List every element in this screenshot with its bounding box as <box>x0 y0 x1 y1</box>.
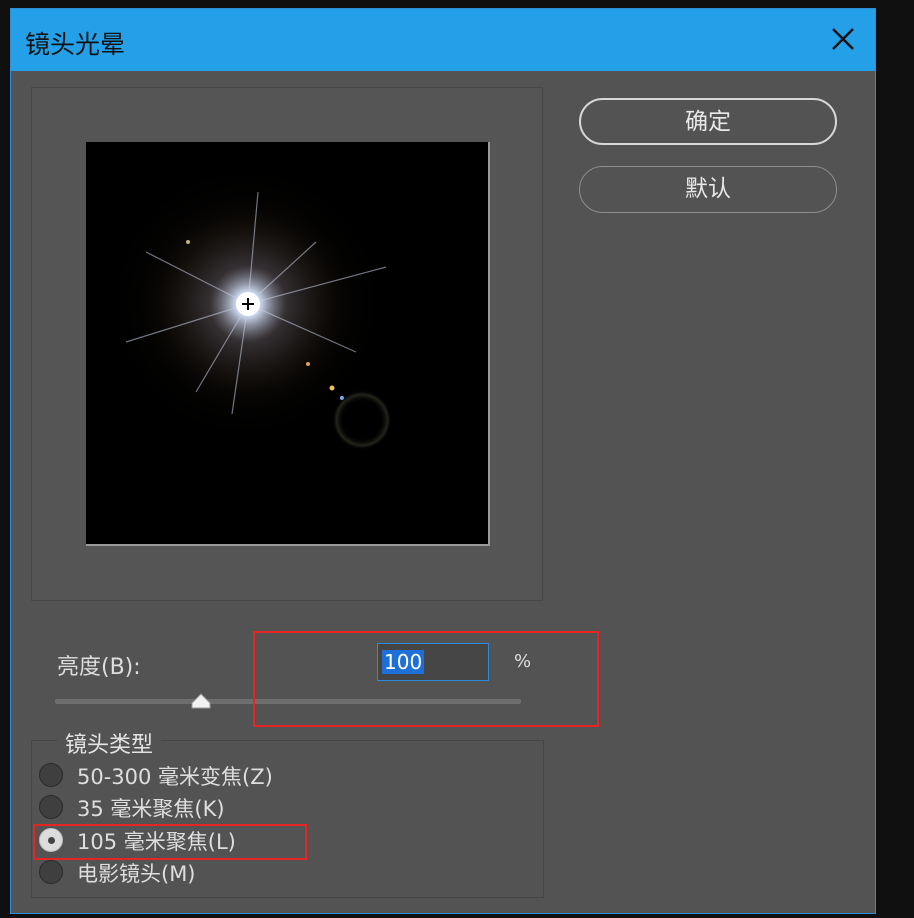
lens-flare-dialog: 镜头光晕 确定 默认 亮度(B): 100 % 镜头类型 50-300 毫米变焦… <box>10 8 876 914</box>
highlight-box-brightness <box>253 631 599 727</box>
radio-button[interactable] <box>39 860 63 884</box>
radio-label: 50-300 毫米变焦(Z) <box>77 765 273 789</box>
flare-preview-image <box>96 152 396 452</box>
close-button[interactable] <box>825 21 861 57</box>
dialog-title: 镜头光晕 <box>25 30 126 59</box>
radio-button[interactable] <box>39 795 63 819</box>
highlight-box-105mm <box>33 824 307 860</box>
radio-label: 电影镜头(M) <box>77 862 196 886</box>
radio-label: 35 毫米聚焦(K) <box>77 797 225 821</box>
close-icon <box>832 28 854 50</box>
brightness-label: 亮度(B): <box>57 655 141 680</box>
flare-preview[interactable] <box>86 142 490 546</box>
ok-button[interactable]: 确定 <box>579 98 837 145</box>
lens-type-title: 镜头类型 <box>57 727 162 759</box>
preview-frame <box>31 87 543 601</box>
radio-button[interactable] <box>39 763 63 787</box>
slider-thumb-icon <box>191 693 211 709</box>
default-button[interactable]: 默认 <box>579 166 837 213</box>
brightness-slider-thumb[interactable] <box>190 693 212 709</box>
title-bar[interactable]: 镜头光晕 <box>11 9 875 71</box>
